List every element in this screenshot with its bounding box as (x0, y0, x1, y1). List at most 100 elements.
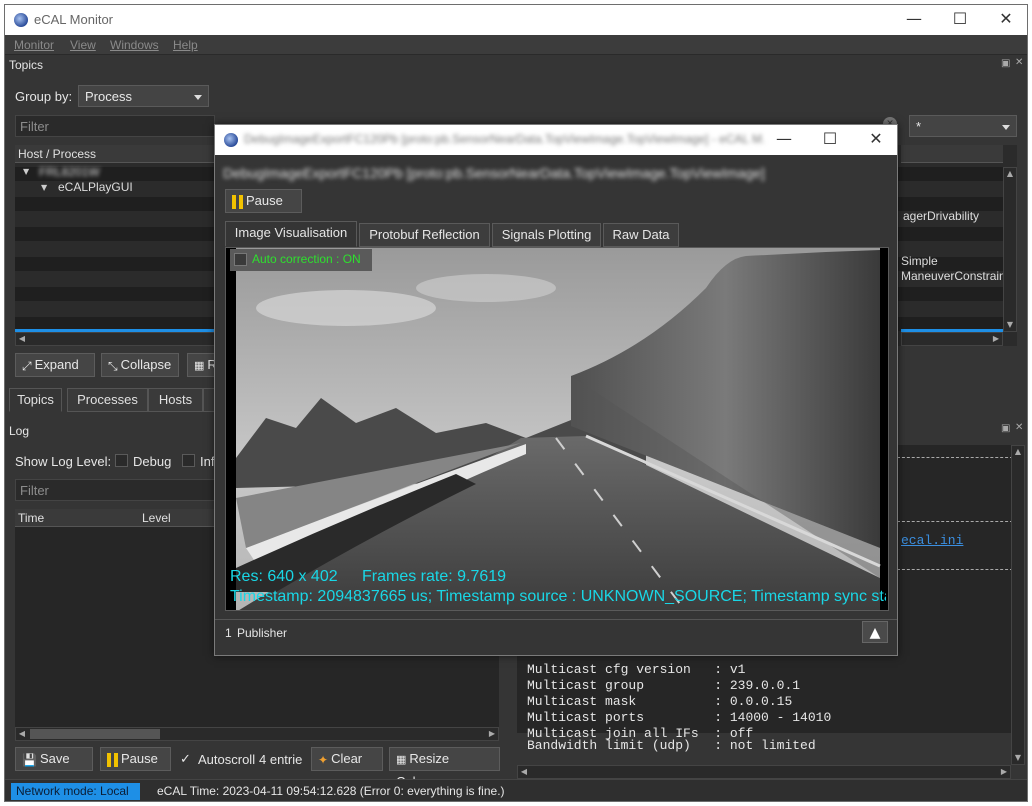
menu-monitor[interactable]: Monitor (14, 38, 54, 52)
group-by-combo[interactable]: Process (78, 85, 209, 107)
topics-horizontal-scrollbar[interactable]: ◀ (15, 332, 215, 346)
config-row: Multicast group : 239.0.0.1 (527, 678, 801, 693)
menu-windows[interactable]: Windows (110, 38, 159, 52)
tab-raw-data[interactable]: Raw Data (603, 223, 679, 247)
column-header-level[interactable]: Level (139, 509, 215, 527)
topic-fragment[interactable]: agerDrivability (903, 209, 979, 223)
scroll-left-icon[interactable]: ◀ (16, 728, 28, 740)
autoscroll-checkbox[interactable]: ✓ (180, 752, 191, 767)
config-vertical-scrollbar[interactable]: ▲ ▼ (1011, 445, 1025, 765)
column-header-host-process[interactable]: Host / Process (15, 145, 215, 163)
config-row: Multicast mask : 0.0.0.15 (527, 694, 793, 709)
tab-processes[interactable]: Processes (67, 388, 148, 412)
tree-host-item[interactable]: FRL8201W (39, 165, 100, 179)
debug-checkbox[interactable] (115, 454, 128, 467)
tab-signals-plotting[interactable]: Signals Plotting (492, 223, 601, 247)
info-label: Inf (200, 454, 215, 469)
debug-label: Debug (133, 454, 172, 469)
scroll-up-icon[interactable]: ▲ (1012, 446, 1024, 458)
scroll-down-icon[interactable]: ▼ (1012, 752, 1024, 764)
pause-icon (232, 194, 243, 209)
close-icon[interactable]: ✕ (853, 125, 897, 155)
log-resize-columns-button[interactable]: ▦Resize Columns (389, 747, 500, 789)
scroll-up-icon[interactable]: ▲ (1004, 168, 1016, 180)
config-horizontal-scrollbar[interactable]: ◀ ▶ (517, 765, 1011, 779)
image-view[interactable]: Auto correction : ON Res: 640 x 402 Fram… (225, 247, 889, 611)
topics-filter-combo[interactable]: * (909, 115, 1017, 137)
topic-fragment[interactable]: ManeuverConstrain (901, 269, 1006, 283)
column-header-time[interactable]: Time (15, 509, 139, 527)
pause-icon (107, 752, 118, 767)
expand-publishers-icon[interactable]: ▲ (862, 621, 888, 643)
scroll-right-icon[interactable]: ▶ (486, 728, 498, 740)
tab-topics[interactable]: Topics (9, 388, 62, 412)
info-checkbox[interactable] (182, 454, 195, 467)
window-title: eCAL Monitor (34, 12, 113, 27)
minimize-icon[interactable]: — (761, 125, 807, 155)
log-filter-input[interactable]: Filter (15, 479, 215, 501)
scroll-right-icon[interactable]: ▶ (998, 766, 1010, 778)
autoscroll-label: Autoscroll (198, 752, 256, 767)
collapse-button[interactable]: ⤡ Collapse (101, 353, 179, 377)
menu-help[interactable]: Help (173, 38, 198, 52)
show-log-level-label: Show Log Level: (15, 454, 112, 469)
clear-button[interactable]: ✦ Clear (311, 747, 383, 771)
popup-titlebar[interactable]: DebugImageExportFC120Pb [proto:pb.Sensor… (215, 125, 897, 155)
log-horizontal-scrollbar[interactable]: ◀ ▶ (15, 727, 499, 741)
timestamp-text: Timestamp: 2094837665 us; Timestamp sour… (230, 588, 886, 605)
topics-horizontal-scrollbar-right[interactable]: ▶ (901, 332, 1003, 346)
tree-expand-icon[interactable]: ▼ (41, 183, 47, 192)
chevron-down-icon (194, 95, 202, 100)
filter-combo-value: * (916, 119, 922, 134)
log-pause-button[interactable]: Pause (100, 747, 171, 771)
topic-inspector-window: DebugImageExportFC120Pb [proto:pb.Sensor… (214, 124, 898, 656)
group-by-value: Process (85, 89, 132, 104)
dock-float-icon[interactable]: ▣ (1001, 423, 1010, 434)
resolution-text: Res: 640 x 402 (230, 568, 338, 585)
network-mode-badge[interactable]: Network mode: Local (11, 783, 140, 800)
minimize-icon[interactable]: — (891, 5, 937, 35)
tab-protobuf-reflection[interactable]: Protobuf Reflection (359, 223, 490, 247)
topics-panel-title: Topics (9, 58, 44, 72)
column-header-right[interactable] (901, 145, 1003, 163)
expand-button[interactable]: ⤢ Expand (15, 353, 95, 377)
collapse-icon: ⤡ (108, 358, 118, 373)
config-row: Multicast cfg version : v1 (527, 662, 746, 677)
dock-float-icon[interactable]: ▣ (1001, 58, 1010, 69)
main-titlebar[interactable]: eCAL Monitor — ☐ ✕ (5, 5, 1027, 35)
scroll-right-icon[interactable]: ▶ (990, 333, 1002, 345)
maximize-icon[interactable]: ☐ (807, 125, 853, 155)
auto-correction-label: Auto correction : ON (252, 252, 361, 266)
ecal-ini-link[interactable]: ecal.ini (901, 533, 963, 548)
popup-title: DebugImageExportFC120Pb [proto:pb.Sensor… (244, 132, 764, 146)
topic-fragment[interactable]: Simple (901, 254, 938, 268)
auto-correction-overlay[interactable]: Auto correction : ON (230, 249, 372, 271)
close-icon[interactable]: ✕ (983, 5, 1027, 35)
tree-process-item[interactable]: eCALPlayGUI (58, 180, 133, 194)
popup-pause-button[interactable]: Pause (225, 189, 302, 213)
topic-name-line: DebugImageExportFC120Pb [proto:pb.Sensor… (223, 165, 765, 181)
table-icon: ▦ (194, 358, 205, 372)
menu-bar: Monitor View Windows Help (5, 35, 1027, 55)
topics-vertical-scrollbar[interactable]: ▲ ▼ (1003, 167, 1017, 332)
ecal-logo-icon (14, 13, 28, 27)
config-row: Multicast ports : 14000 - 14010 (527, 710, 832, 725)
scrollbar-thumb[interactable] (30, 729, 160, 739)
tree-expand-icon[interactable]: ▼ (23, 167, 29, 176)
scroll-left-icon[interactable]: ◀ (16, 333, 28, 345)
dock-close-icon[interactable]: ✕ (1015, 422, 1023, 433)
scroll-left-icon[interactable]: ◀ (518, 766, 530, 778)
dock-close-icon[interactable]: ✕ (1015, 57, 1023, 68)
menu-view[interactable]: View (70, 38, 96, 52)
entries-count: 4 entrie (259, 752, 303, 767)
table-icon: ▦ (396, 752, 407, 766)
topics-filter-input[interactable]: Filter (15, 115, 215, 137)
camera-image (236, 248, 881, 610)
scroll-down-icon[interactable]: ▼ (1004, 319, 1016, 331)
save-as-button[interactable]: 💾Save as... (15, 747, 93, 789)
tab-image-visualisation[interactable]: Image Visualisation (225, 221, 357, 247)
frame-rate-text: Frames rate: 9.7619 (362, 568, 507, 585)
maximize-icon[interactable]: ☐ (937, 5, 983, 35)
auto-correction-checkbox[interactable] (234, 253, 247, 266)
tab-hosts[interactable]: Hosts (148, 388, 203, 412)
